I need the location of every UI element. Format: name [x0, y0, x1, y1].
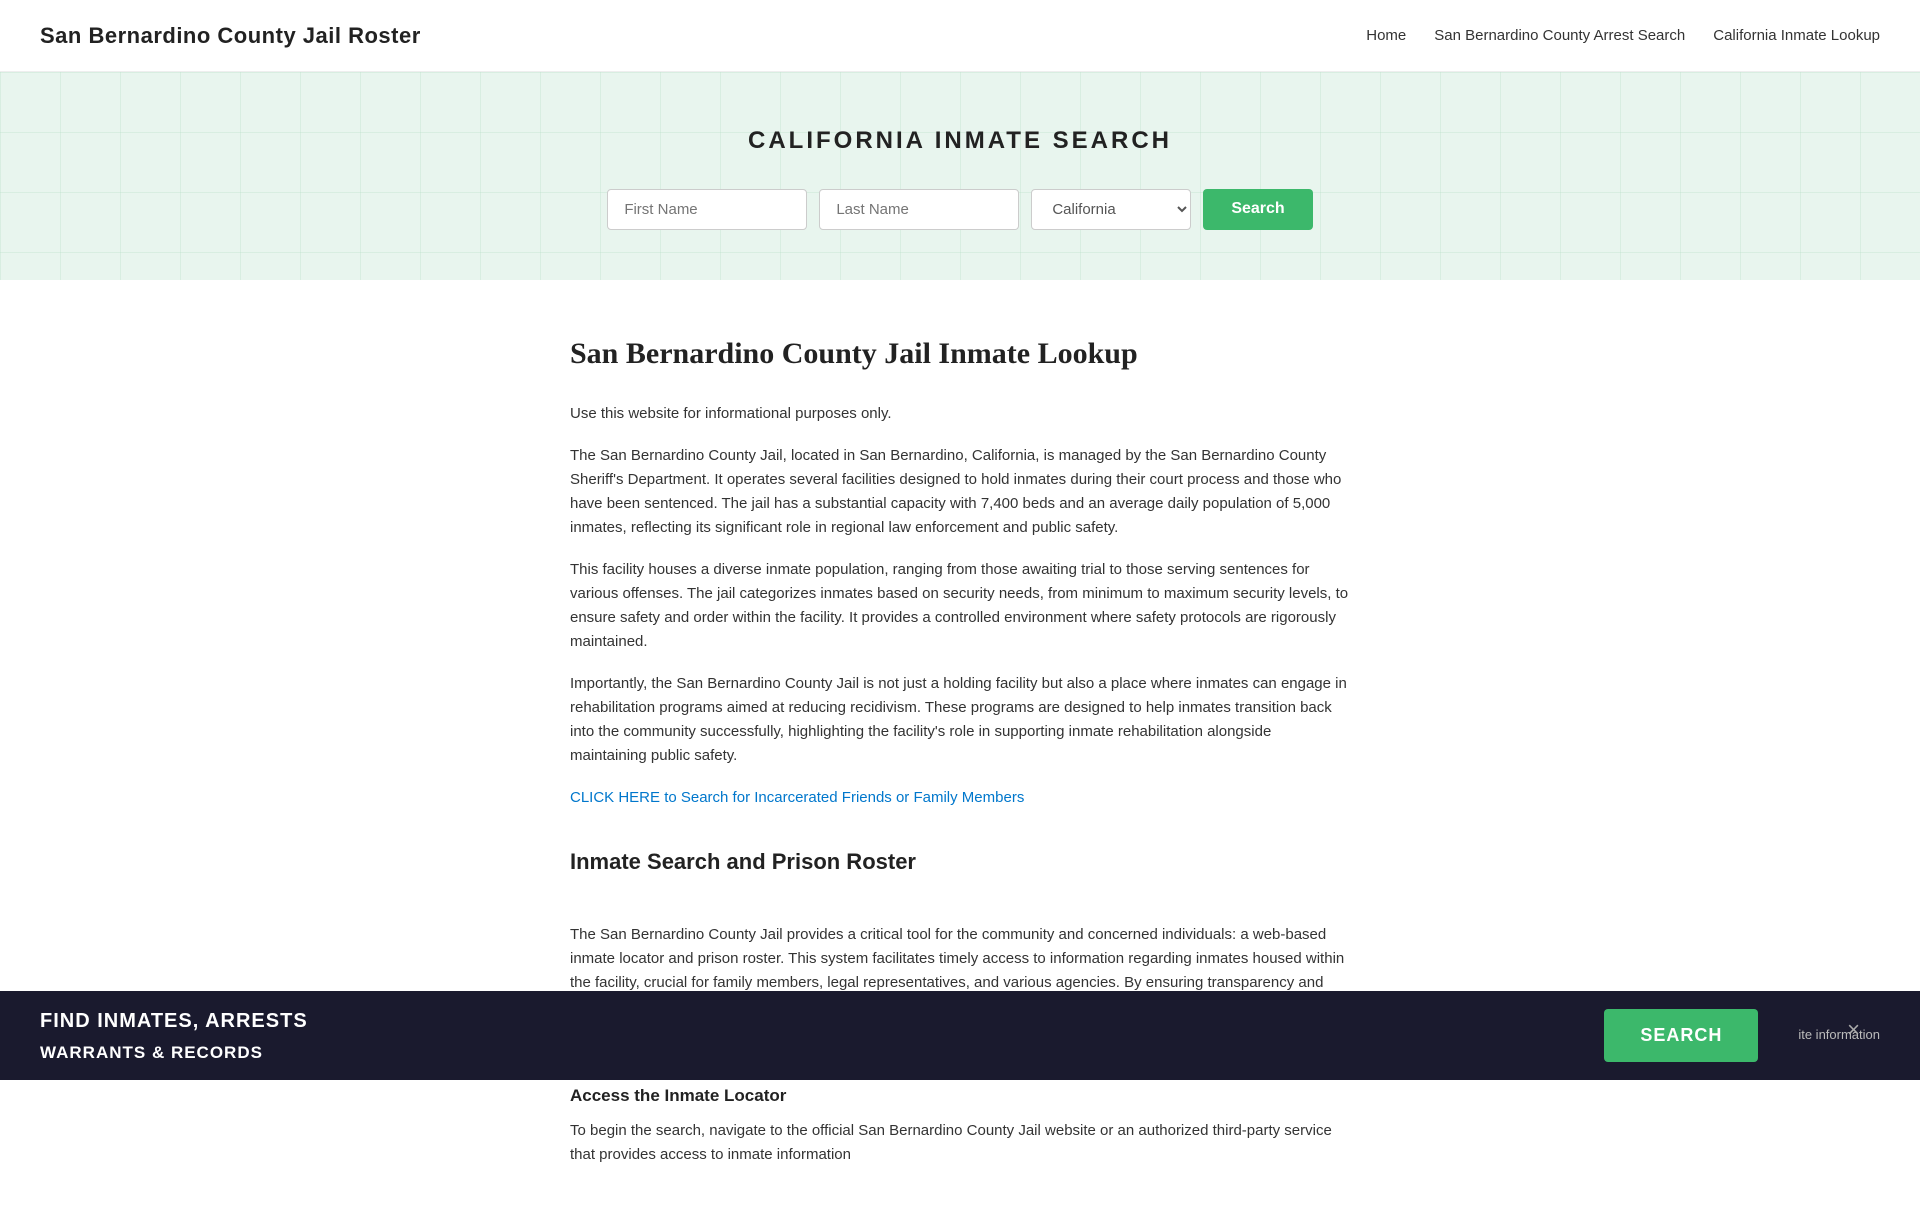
- site-header: San Bernardino County Jail Roster Home S…: [0, 0, 1920, 72]
- nav-home[interactable]: Home: [1366, 24, 1406, 48]
- site-logo: San Bernardino County Jail Roster: [40, 18, 421, 53]
- main-nav: Home San Bernardino County Arrest Search…: [1366, 24, 1880, 48]
- page-heading: San Bernardino County Jail Inmate Lookup: [570, 330, 1350, 378]
- banner-line1: FIND INMATES, ARRESTS: [40, 1005, 308, 1037]
- nav-inmate-lookup[interactable]: California Inmate Lookup: [1713, 24, 1880, 48]
- banner-right: SEARCH ite information ×: [1604, 1009, 1880, 1062]
- subsection-para1: To begin the search, navigate to the off…: [570, 1119, 1350, 1167]
- last-name-input[interactable]: [819, 189, 1019, 230]
- banner-text: FIND INMATES, ARRESTS WARRANTS & RECORDS: [40, 1005, 308, 1066]
- para2: This facility houses a diverse inmate po…: [570, 558, 1350, 654]
- banner-footer-text: ite information: [1798, 1025, 1880, 1046]
- section-heading: Inmate Search and Prison Roster: [570, 844, 1350, 879]
- subsection-subheading: Access the Inmate Locator: [570, 1082, 1350, 1109]
- hero-title: CALIFORNIA INMATE SEARCH: [20, 122, 1900, 160]
- banner-close-button[interactable]: ×: [1847, 1019, 1860, 1041]
- first-name-input[interactable]: [607, 189, 807, 230]
- nav-arrest-search[interactable]: San Bernardino County Arrest Search: [1434, 24, 1685, 48]
- hero-section: CALIFORNIA INMATE SEARCH California Sear…: [0, 72, 1920, 279]
- banner-search-button[interactable]: SEARCH: [1604, 1009, 1758, 1062]
- cta-link[interactable]: CLICK HERE to Search for Incarcerated Fr…: [570, 789, 1024, 806]
- intro-text: Use this website for informational purpo…: [570, 402, 1350, 426]
- state-select[interactable]: California: [1031, 189, 1191, 230]
- search-button[interactable]: Search: [1203, 189, 1312, 230]
- para3: Importantly, the San Bernardino County J…: [570, 672, 1350, 768]
- para1: The San Bernardino County Jail, located …: [570, 444, 1350, 540]
- banner-line2: WARRANTS & RECORDS: [40, 1039, 308, 1066]
- bottom-banner: FIND INMATES, ARRESTS WARRANTS & RECORDS…: [0, 991, 1920, 1080]
- search-form: California Search: [20, 189, 1900, 230]
